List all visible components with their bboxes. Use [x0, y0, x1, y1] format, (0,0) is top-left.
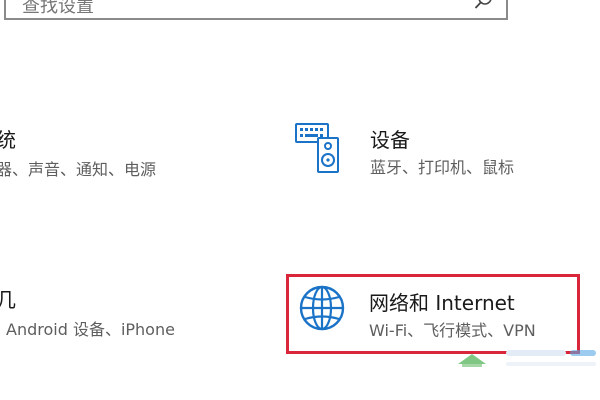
tile-network-title: 网络和 Internet — [369, 291, 515, 315]
tile-network-description: Wi-Fi、飞行模式、VPN — [369, 321, 536, 340]
search-input[interactable]: 查找设置 — [4, 0, 508, 20]
watermark-logo-icon — [458, 350, 596, 367]
tile-devices-description: 蓝牙、打印机、鼠标 — [370, 158, 515, 177]
tile-network-internet[interactable]: 网络和 Internet Wi-Fi、飞行模式、VPN — [286, 274, 580, 354]
search-placeholder: 查找设置 — [22, 0, 94, 17]
globe-icon — [299, 285, 345, 331]
tile-phone-title: 几 — [0, 288, 16, 312]
tile-devices[interactable]: 设备 蓝牙、打印机、鼠标 — [286, 110, 586, 190]
tile-system[interactable]: 统 器、声音、通知、电源 — [0, 110, 240, 190]
tile-phone-description: Android 设备、iPhone — [6, 320, 175, 339]
settings-home: 查找设置 统 器、声音、通知、电源 设备 蓝牙、打印机、鼠标 几 Android… — [0, 0, 600, 400]
keyboard-speaker-icon — [295, 123, 339, 173]
tile-phone[interactable]: 几 Android 设备、iPhone — [0, 272, 240, 352]
search-icon[interactable] — [474, 0, 494, 10]
tile-system-title: 统 — [0, 128, 16, 152]
tile-devices-title: 设备 — [370, 128, 410, 152]
tile-system-description: 器、声音、通知、电源 — [0, 160, 157, 179]
